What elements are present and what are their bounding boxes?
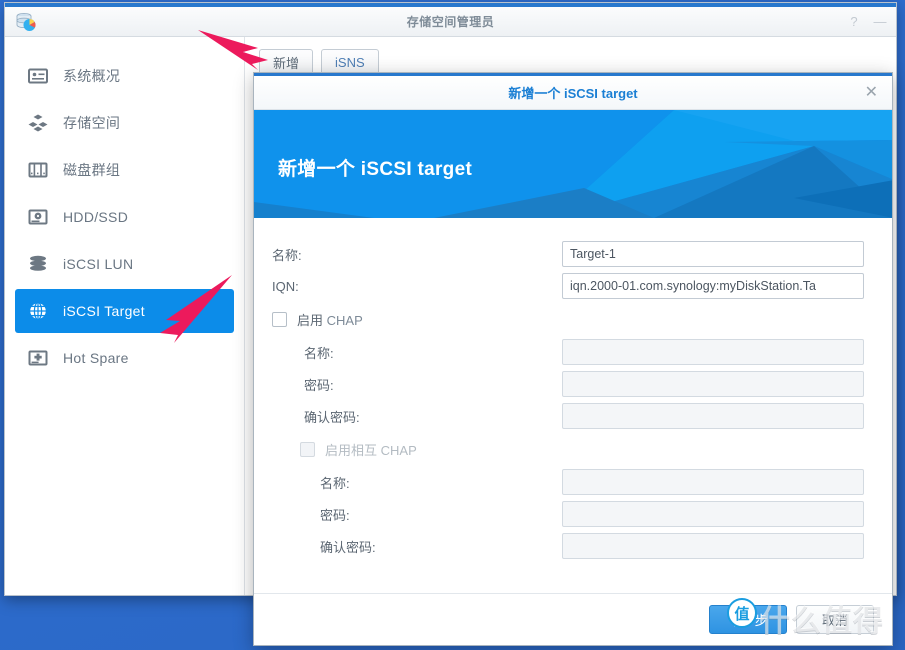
sidebar-item-label: 磁盘群组 — [63, 162, 121, 178]
toolbar: 新增 iSNS — [245, 37, 896, 75]
field-row-mutual-confirm: 确认密码: — [272, 530, 864, 562]
field-row-chap-name: 名称: — [272, 336, 864, 368]
field-row-chap-password: 密码: — [272, 368, 864, 400]
field-row-mutual-name: 名称: — [272, 466, 864, 498]
create-iscsi-target-dialog: 新增一个 iSCSI target ✕ 新增一个 iSCSI target 名称… — [253, 72, 893, 646]
window-titlebar[interactable]: 存储空间管理员 ? — — [5, 7, 896, 37]
sidebar-item-label: iSCSI LUN — [63, 256, 134, 272]
field-row-iqn: IQN: iqn.2000-01.com.synology:myDiskStat… — [272, 270, 864, 302]
sidebar-item-label: 系统概况 — [63, 68, 121, 84]
enable-chap-label-cn: 启用 — [297, 312, 324, 328]
sidebar-item-label: Hot Spare — [63, 350, 129, 366]
field-row-name: 名称: Target-1 — [272, 238, 864, 270]
chap-name-label: 名称: — [304, 345, 334, 361]
enable-mutual-chap-row[interactable]: 启用相互 CHAP — [272, 432, 864, 466]
mutual-confirm-input[interactable] — [562, 533, 864, 559]
disk-group-icon — [27, 159, 49, 181]
dialog-banner: 新增一个 iSCSI target — [254, 110, 892, 218]
iqn-label: IQN: — [272, 278, 299, 294]
enable-mutual-chap-checkbox[interactable] — [300, 441, 315, 457]
window-title: 存储空间管理员 — [406, 15, 495, 29]
close-icon[interactable]: ✕ — [865, 84, 878, 101]
database-icon — [27, 253, 49, 275]
sidebar-item-label: HDD/SSD — [63, 209, 129, 225]
mutual-confirm-label: 确认密码: — [320, 539, 376, 555]
mutual-name-input[interactable] — [562, 469, 864, 495]
mutual-name-label: 名称: — [320, 475, 350, 491]
name-input[interactable]: Target-1 — [562, 241, 864, 267]
minimize-icon[interactable]: — — [872, 14, 888, 29]
sidebar-item-iscsi-target[interactable]: iSCSI Target — [15, 289, 234, 333]
enable-chap-label: 启用 CHAP — [297, 310, 363, 329]
chap-password-input[interactable] — [562, 371, 864, 397]
mutual-password-input[interactable] — [562, 501, 864, 527]
chap-password-label: 密码: — [304, 377, 334, 393]
dialog-footer: 下一步 取消 — [254, 593, 892, 645]
sidebar: 系统概况 存储空间 磁盘群组 HDD/SSD iSCSI LUN iSCSI T… — [5, 37, 245, 595]
field-row-chap-confirm: 确认密码: — [272, 400, 864, 432]
sidebar-item-iscsi-lun[interactable]: iSCSI LUN — [15, 242, 234, 286]
enable-mutual-chap-label-cn: 启用相互 — [325, 442, 378, 458]
sidebar-item-hdd-ssd[interactable]: HDD/SSD — [15, 195, 234, 239]
dialog-form: 名称: Target-1 IQN: iqn.2000-01.com.synolo… — [254, 218, 892, 593]
chap-name-input[interactable] — [562, 339, 864, 365]
mutual-password-label: 密码: — [320, 507, 350, 523]
chap-confirm-label: 确认密码: — [304, 409, 360, 425]
plus-disk-icon — [27, 347, 49, 369]
name-label: 名称: — [272, 247, 302, 263]
sidebar-item-system-overview[interactable]: 系统概况 — [15, 54, 234, 98]
banner-heading: 新增一个 iSCSI target — [278, 159, 473, 180]
enable-chap-label-en: CHAP — [326, 312, 363, 328]
iqn-input[interactable]: iqn.2000-01.com.synology:myDiskStation.T… — [562, 273, 864, 299]
sidebar-item-hot-spare[interactable]: Hot Spare — [15, 336, 234, 380]
chap-confirm-input[interactable] — [562, 403, 864, 429]
cancel-button[interactable]: 取消 — [796, 605, 874, 634]
globe-icon — [27, 300, 49, 322]
sidebar-item-storage-pool[interactable]: 存储空间 — [15, 101, 234, 145]
dialog-title: 新增一个 iSCSI target — [508, 86, 638, 101]
sidebar-item-disk-group[interactable]: 磁盘群组 — [15, 148, 234, 192]
cubes-icon — [27, 112, 49, 134]
help-icon[interactable]: ? — [846, 14, 862, 29]
sidebar-item-label: iSCSI Target — [63, 303, 145, 319]
sidebar-item-label: 存储空间 — [63, 115, 121, 131]
field-row-mutual-password: 密码: — [272, 498, 864, 530]
hard-disk-icon — [27, 206, 49, 228]
watermark-badge: 值 — [727, 598, 757, 628]
enable-mutual-chap-label: 启用相互 CHAP — [325, 440, 417, 459]
dialog-titlebar[interactable]: 新增一个 iSCSI target ✕ — [254, 76, 892, 110]
enable-chap-checkbox[interactable] — [272, 311, 287, 327]
enable-chap-row[interactable]: 启用 CHAP — [272, 302, 864, 336]
enable-mutual-chap-label-en: CHAP — [380, 442, 417, 458]
id-card-icon — [27, 65, 49, 87]
window-controls: ? — — [836, 14, 888, 29]
